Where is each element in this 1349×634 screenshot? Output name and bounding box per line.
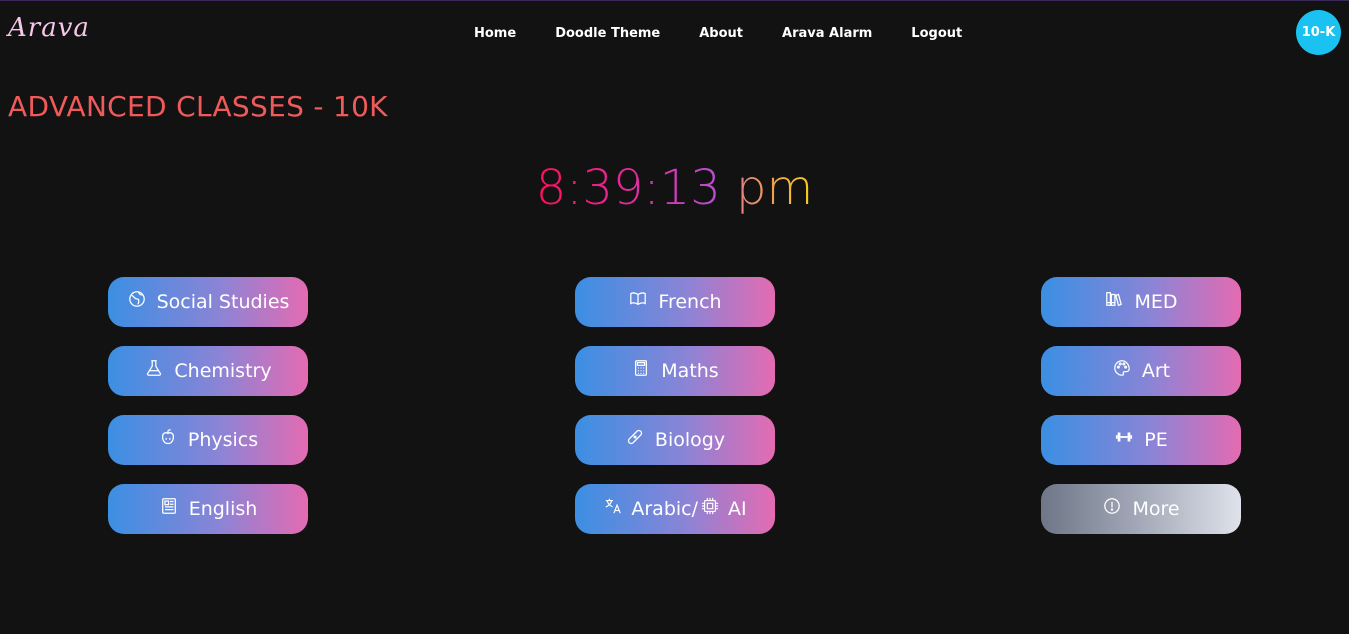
physics-button[interactable]: Physics xyxy=(108,415,308,465)
globe-icon xyxy=(127,289,147,309)
clock-ampm: pm xyxy=(736,160,814,216)
page-title: ADVANCED CLASSES - 10K xyxy=(8,90,388,123)
english-button[interactable]: English xyxy=(108,484,308,534)
pe-label: PE xyxy=(1144,429,1168,451)
biology-button[interactable]: Biology xyxy=(575,415,775,465)
french-button[interactable]: French xyxy=(575,277,775,327)
art-label: Art xyxy=(1141,360,1171,382)
chemistry-label: Chemistry xyxy=(174,360,272,382)
biology-label: Biology xyxy=(654,429,726,451)
apple-icon xyxy=(158,427,178,447)
maths-button[interactable]: Maths xyxy=(575,346,775,396)
dumbbell-icon xyxy=(1114,427,1134,447)
french-label: French xyxy=(658,291,722,313)
bandage-icon xyxy=(625,427,645,447)
nav-home[interactable]: Home xyxy=(474,26,516,41)
info-icon xyxy=(1102,496,1122,516)
pe-button[interactable]: PE xyxy=(1041,415,1241,465)
translate-icon xyxy=(603,496,623,516)
physics-label: Physics xyxy=(187,429,259,451)
social-studies-button[interactable]: Social Studies xyxy=(108,277,308,327)
clock: 8:39:13 pm xyxy=(0,158,1349,218)
books-icon xyxy=(1104,289,1124,309)
maths-label: Maths xyxy=(661,360,719,382)
book-icon xyxy=(628,289,648,309)
logo[interactable]: Arava xyxy=(8,13,90,43)
avatar[interactable]: 10-K xyxy=(1296,10,1341,55)
nav-doodle-theme[interactable]: Doodle Theme xyxy=(555,26,660,41)
clock-time: 8:39:13 xyxy=(535,160,721,216)
nav-logout[interactable]: Logout xyxy=(911,26,962,41)
nav-arava-alarm[interactable]: Arava Alarm xyxy=(782,26,872,41)
flask-icon xyxy=(144,358,164,378)
arabic-label: Arabic/ xyxy=(631,498,699,520)
social-studies-label: Social Studies xyxy=(156,291,290,313)
newspaper-icon xyxy=(159,496,179,516)
more-button[interactable]: More xyxy=(1041,484,1241,534)
english-label: English xyxy=(188,498,258,520)
ai-label: AI xyxy=(728,498,747,520)
arabic-ai-button[interactable]: Arabic/ AI xyxy=(575,484,775,534)
nav-about[interactable]: About xyxy=(699,26,743,41)
palette-icon xyxy=(1112,358,1132,378)
chemistry-button[interactable]: Chemistry xyxy=(108,346,308,396)
cpu-icon xyxy=(700,496,720,516)
med-label: MED xyxy=(1134,291,1178,313)
more-label: More xyxy=(1132,498,1180,520)
art-button[interactable]: Art xyxy=(1041,346,1241,396)
nav-links: Home Doodle Theme About Arava Alarm Logo… xyxy=(474,26,962,41)
calculator-icon xyxy=(631,358,651,378)
navbar: Arava Home Doodle Theme About Arava Alar… xyxy=(0,0,1349,68)
med-button[interactable]: MED xyxy=(1041,277,1241,327)
